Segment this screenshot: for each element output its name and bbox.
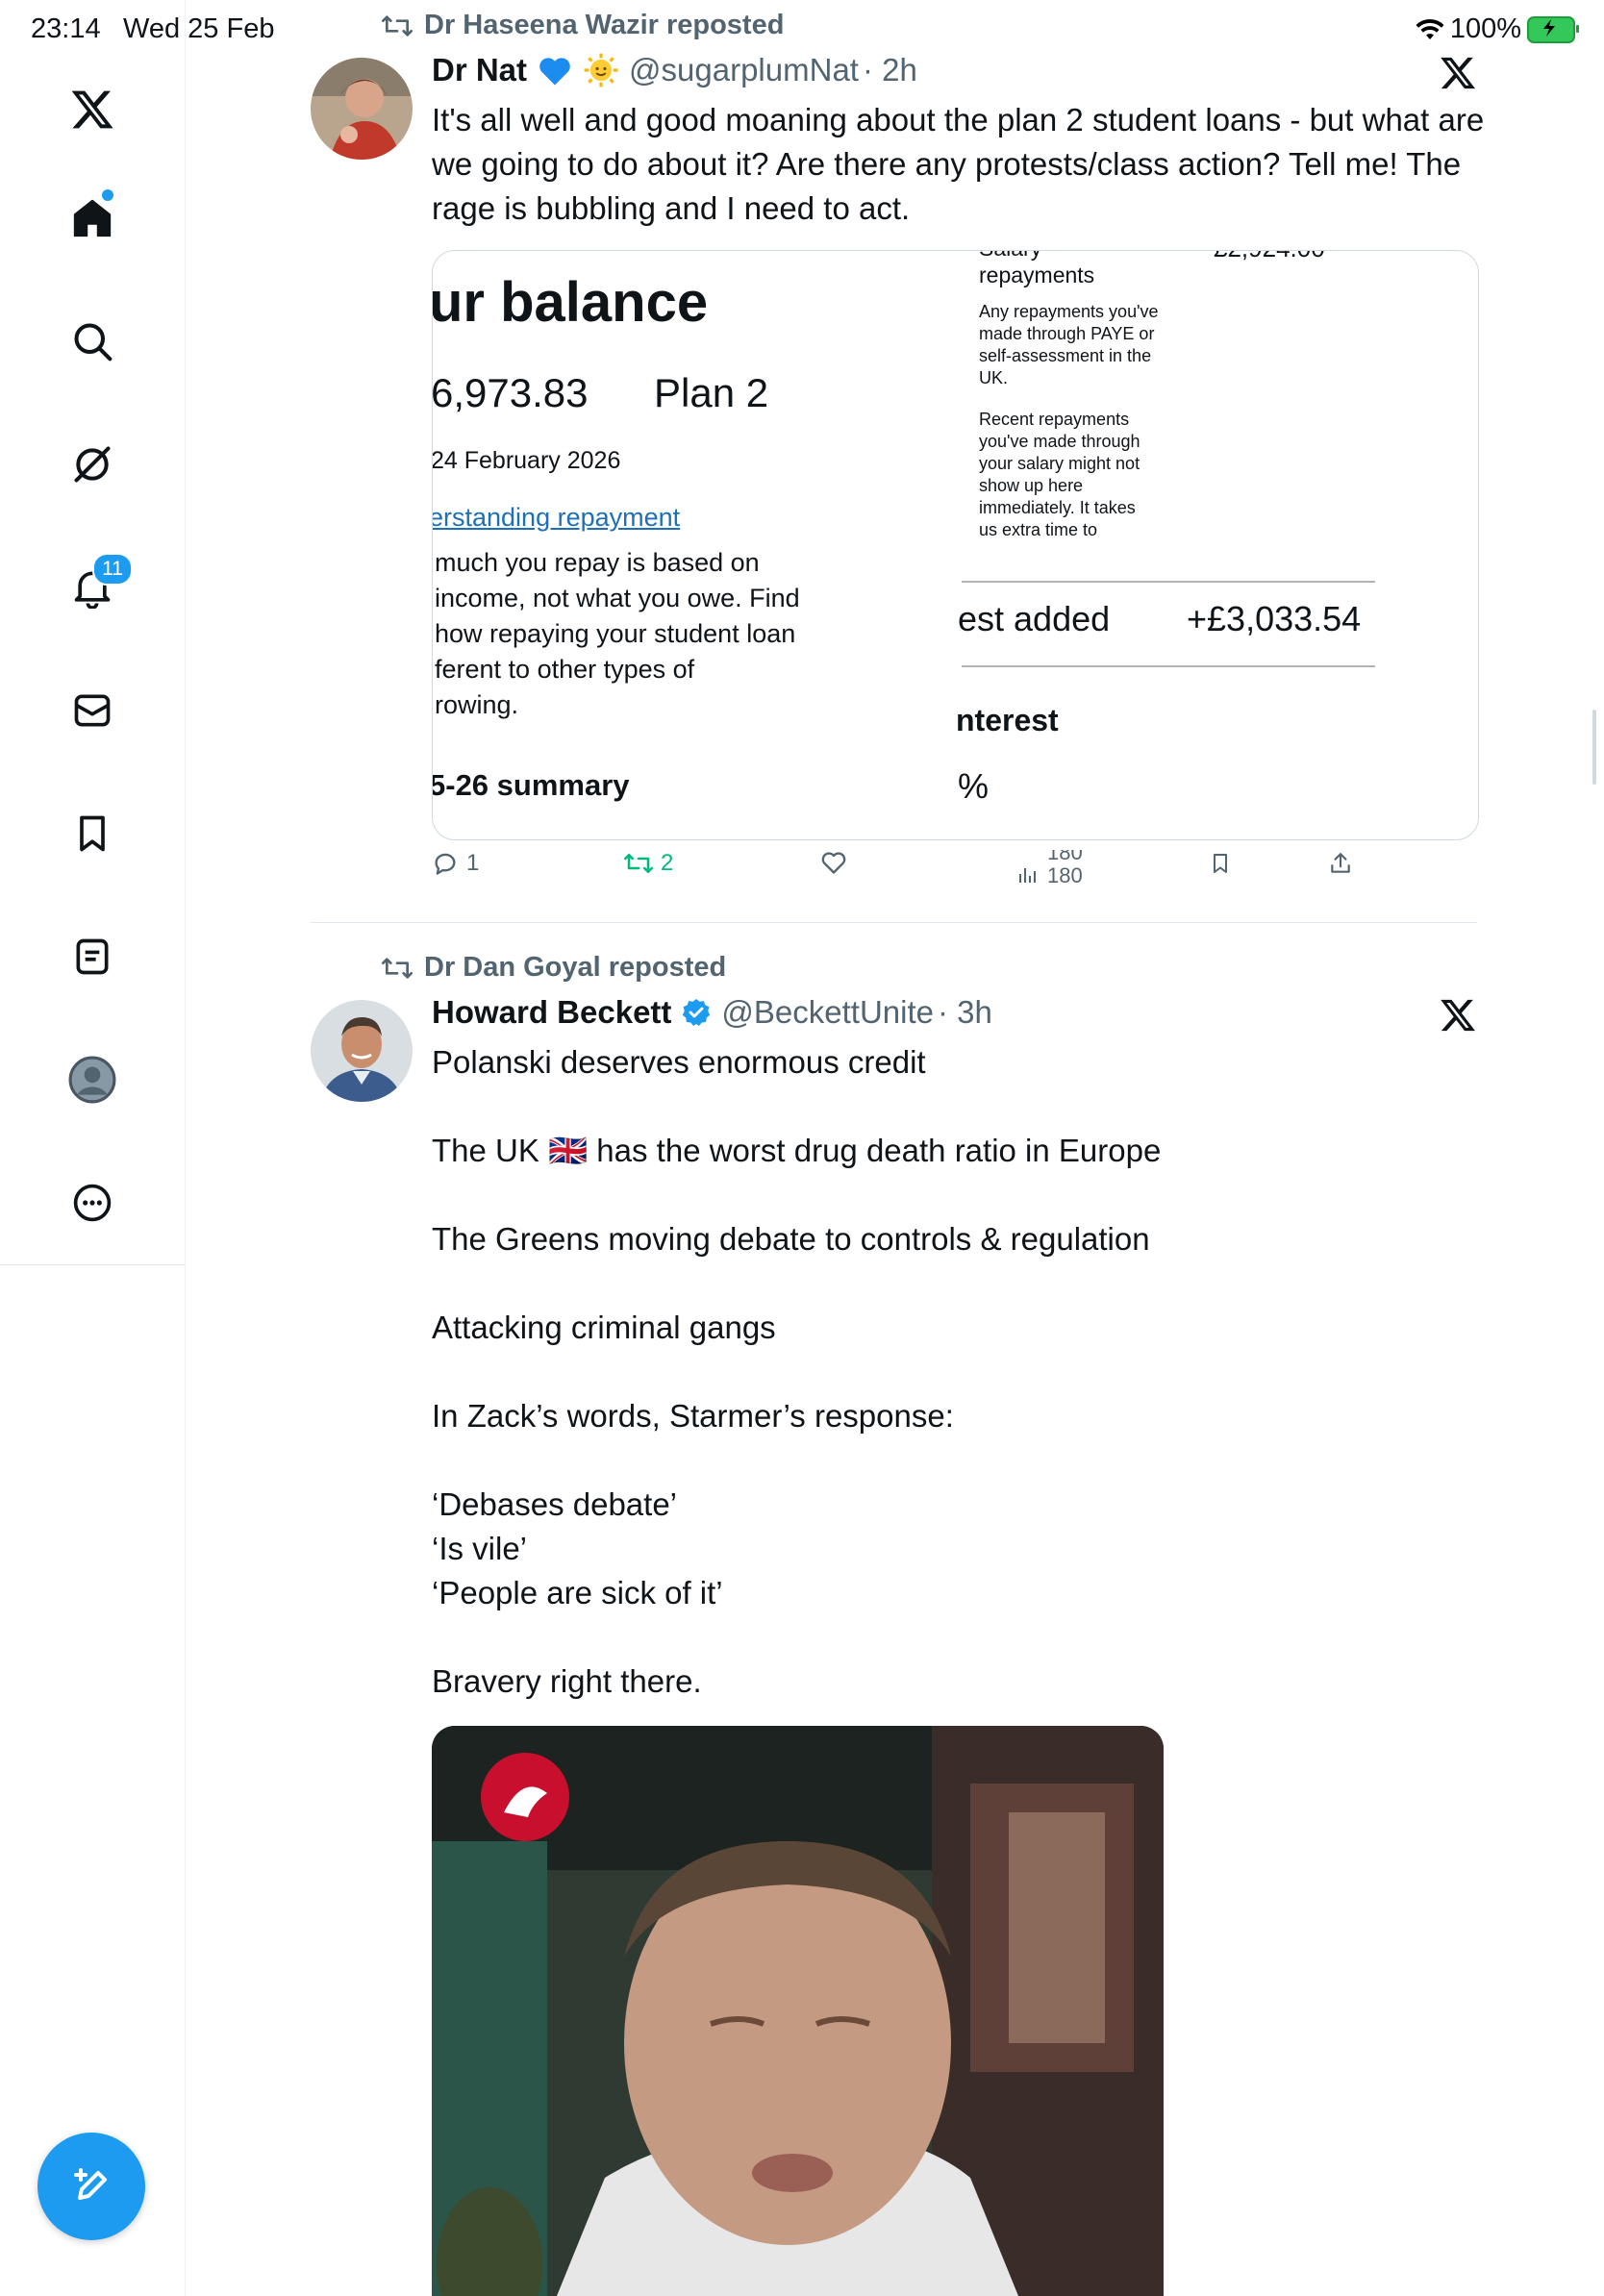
repost-button[interactable]: 2 <box>624 850 673 877</box>
image-top-cut-label: Salary <box>979 251 1041 262</box>
image-balance-heading: ur balance <box>432 271 709 334</box>
image-paragraph: much you repay is based on income, not w… <box>435 548 800 719</box>
repost-count: 2 <box>661 850 674 876</box>
image-interest-amount: +£3,033.54 <box>1187 599 1362 638</box>
image-repayments-label: repayments <box>979 262 1095 287</box>
avatar[interactable] <box>311 58 413 160</box>
tweet-header: Dr Nat @sugarplumNat · 2h <box>432 52 917 88</box>
views-button[interactable]: 180 180 <box>1016 850 1090 898</box>
tweet-image[interactable]: ur balance 6,973.83 Plan 2 24 February 2… <box>432 250 1479 840</box>
image-rule-bottom <box>962 665 1375 667</box>
x-logo-icon[interactable] <box>58 75 127 144</box>
repost-icon <box>624 854 653 873</box>
reply-button[interactable]: 1 <box>432 850 479 877</box>
image-interest-label: est added <box>958 599 1111 638</box>
tweet-header: Howard Beckett @BeckettUnite · 3h <box>432 994 992 1031</box>
tweet-video[interactable] <box>432 1726 1164 2296</box>
tweet-actions: 1 2 180 180 <box>432 850 1393 898</box>
grok-icon[interactable] <box>58 430 127 499</box>
views-chart-icon <box>1019 868 1036 883</box>
tweet-separator <box>311 922 1477 923</box>
notifications-bell-icon[interactable]: 11 <box>58 553 133 622</box>
bookmark-icon <box>1214 854 1227 873</box>
scroll-indicator <box>1592 710 1596 785</box>
smiling-sun-emoji-icon <box>584 53 618 87</box>
author-handle[interactable]: @sugarplumNat <box>629 52 859 88</box>
compose-post-button[interactable] <box>38 2133 145 2240</box>
image-note-2: Recent repayments you've made through yo… <box>979 410 1140 539</box>
views-count-a: 180 <box>1047 850 1083 864</box>
reply-count: 1 <box>466 850 480 876</box>
messages-icon[interactable] <box>58 676 127 745</box>
bookmarks-icon[interactable] <box>58 799 127 868</box>
repost-by-label: Dr Haseena Wazir reposted <box>424 10 785 40</box>
author-name[interactable]: Howard Beckett <box>432 994 671 1031</box>
grok-x-icon[interactable] <box>1439 996 1477 1035</box>
image-summary-heading: 5-26 summary <box>432 768 630 802</box>
avatar[interactable] <box>311 1000 413 1102</box>
tweet-time[interactable]: · 2h <box>863 52 917 88</box>
like-button[interactable] <box>820 850 847 875</box>
repost-context[interactable]: Dr Haseena Wazir reposted <box>382 10 784 41</box>
image-note-1: Any repayments you've made through PAYE … <box>979 302 1159 387</box>
image-plan-label: Plan 2 <box>654 370 769 415</box>
reply-icon <box>435 853 456 875</box>
image-rule-top <box>962 581 1375 583</box>
blue-heart-emoji-icon <box>539 58 570 86</box>
verified-badge-icon <box>683 999 711 1026</box>
tweet-time[interactable]: · 3h <box>938 994 992 1031</box>
home-icon[interactable] <box>58 184 127 253</box>
profile-avatar-icon[interactable] <box>58 1045 127 1114</box>
share-button[interactable] <box>1328 850 1353 877</box>
repost-by-label: Dr Dan Goyal reposted <box>424 952 727 983</box>
grok-x-icon[interactable] <box>1439 54 1477 92</box>
repost-icon <box>382 14 413 37</box>
image-percent: % <box>958 766 990 806</box>
image-link: erstanding repayment <box>432 503 681 532</box>
home-unread-dot <box>102 189 113 201</box>
tweet-text: Polanski deserves enormous credit The UK… <box>432 1044 1162 1699</box>
author-handle[interactable]: @BeckettUnite <box>721 994 934 1031</box>
views-count-b: 180 <box>1047 863 1083 887</box>
bookmark-button[interactable] <box>1209 850 1232 877</box>
image-top-cut-amount: £2,924.00 <box>1214 251 1325 263</box>
author-name[interactable]: Dr Nat <box>432 52 527 88</box>
sidebar: 11 <box>0 0 186 2296</box>
image-balance-amount: 6,973.83 <box>432 370 589 415</box>
image-date: 24 February 2026 <box>432 447 621 474</box>
more-options-icon[interactable] <box>58 1168 127 1237</box>
notification-count-badge: 11 <box>92 553 133 586</box>
share-icon <box>1331 853 1350 873</box>
heart-icon <box>821 852 846 874</box>
repost-icon <box>382 957 413 979</box>
video-thumbnail <box>432 1726 1164 2296</box>
tweet-text: It's all well and good moaning about the… <box>432 102 1485 226</box>
repost-context[interactable]: Dr Dan Goyal reposted <box>382 952 726 984</box>
sidebar-divider <box>0 1264 185 1265</box>
search-icon[interactable] <box>58 307 127 376</box>
views-count-rolling: 180 180 <box>1047 850 1090 898</box>
image-interest-heading: nterest <box>956 703 1059 737</box>
lists-icon[interactable] <box>58 922 127 991</box>
compose-feather-icon <box>74 2168 107 2200</box>
